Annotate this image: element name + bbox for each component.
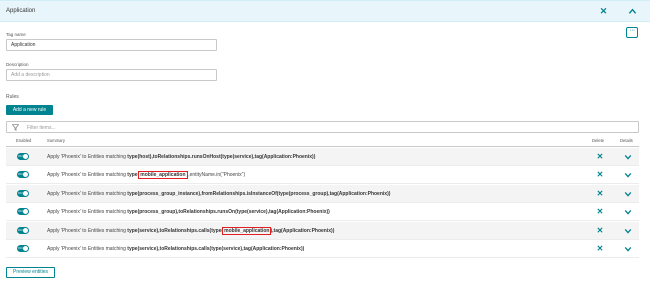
delete-x-icon[interactable]: ✕ [596, 226, 604, 236]
toggle-knob [23, 191, 28, 196]
description-input[interactable] [6, 69, 217, 81]
delete-x-icon[interactable]: ✕ [596, 170, 604, 180]
enabled-toggle[interactable]: ON [17, 171, 29, 178]
toggle-knob [23, 209, 28, 214]
filter-icon [11, 124, 20, 131]
chevron-down-icon[interactable] [624, 227, 632, 235]
rule-condition-text: ),entityName.in("Phoenix") [186, 172, 246, 178]
filter-box[interactable] [6, 121, 639, 133]
rule-summary: Apply 'Phoenix' to Entities matching typ… [47, 227, 335, 235]
chevron-down-icon[interactable] [624, 190, 632, 198]
rule-summary: Apply 'Phoenix' to Entities matching typ… [47, 171, 246, 179]
tag-name-label: Tag name [6, 32, 26, 37]
description-label: Description [6, 62, 29, 67]
highlighted-entity-type: mobile_application [138, 171, 188, 179]
toggle-label: ON [18, 191, 23, 195]
rule-condition-text: ),tag(Application:Phoenix)) [270, 228, 335, 234]
enabled-toggle[interactable]: ON [17, 153, 29, 160]
filter-input[interactable] [27, 123, 627, 132]
toggle-label: ON [18, 246, 23, 250]
table-row: ON Apply 'Phoenix' to Entities matching t… [6, 166, 639, 184]
table-row: ON Apply 'Phoenix' to Entities matching t… [6, 203, 639, 221]
toggle-label: ON [18, 154, 23, 158]
chevron-up-icon[interactable] [628, 7, 637, 16]
table-row: ON Apply 'Phoenix' to Entities matching t… [6, 148, 639, 166]
add-rule-button[interactable]: Add a new rule [6, 105, 53, 115]
rule-summary: Apply 'Phoenix' to Entities matching typ… [47, 246, 304, 252]
rule-summary: Apply 'Phoenix' to Entities matching typ… [47, 191, 390, 197]
details-column-header: Details [620, 138, 633, 143]
rule-summary-prefix: Apply 'Phoenix' to Entities matching [47, 191, 128, 197]
enabled-column-header: Enabled [16, 138, 32, 143]
rule-summary-prefix: Apply 'Phoenix' to Entities matching [47, 172, 128, 178]
summary-column-header: Summary [47, 138, 65, 143]
table-divider [6, 146, 639, 147]
rule-summary: Apply 'Phoenix' to Entities matching typ… [47, 209, 330, 215]
toggle-knob [23, 154, 28, 159]
preview-entities-button[interactable]: Preview entities [6, 267, 55, 278]
rule-summary-prefix: Apply 'Phoenix' to Entities matching [47, 154, 128, 160]
tag-name-input[interactable] [6, 39, 217, 51]
close-icon[interactable]: ✕ [599, 6, 608, 17]
toggle-knob [23, 172, 28, 177]
toggle-label: ON [18, 172, 23, 176]
enabled-toggle[interactable]: ON [17, 208, 29, 215]
chevron-down-icon[interactable] [624, 245, 632, 253]
toggle-knob [23, 246, 28, 251]
rule-summary-prefix: Apply 'Phoenix' to Entities matching [47, 228, 128, 234]
enabled-toggle[interactable]: ON [17, 190, 29, 197]
rule-summary: Apply 'Phoenix' to Entities matching typ… [47, 154, 315, 160]
delete-x-icon[interactable]: ✕ [596, 244, 604, 254]
delete-x-icon[interactable]: ✕ [596, 152, 604, 162]
rule-condition-text: type( [127, 172, 140, 178]
rule-condition-text: type(service),toRelationships.calls(type… [127, 246, 305, 252]
table-row: ON Apply 'Phoenix' to Entities matching t… [6, 240, 639, 258]
chevron-down-icon[interactable] [624, 153, 632, 161]
rule-condition-text: type(process_group),toRelationships.runs… [127, 209, 330, 215]
rule-summary-prefix: Apply 'Phoenix' to Entities matching [47, 246, 128, 252]
toggle-knob [23, 228, 28, 233]
more-options-icon[interactable]: ··· [626, 27, 638, 38]
table-row: ON Apply 'Phoenix' to Entities matching t… [6, 222, 639, 240]
toggle-label: ON [18, 209, 23, 213]
table-row: ON Apply 'Phoenix' to Entities matching t… [6, 185, 639, 203]
rule-summary-prefix: Apply 'Phoenix' to Entities matching [47, 209, 128, 215]
highlighted-entity-type: mobile_application [222, 227, 272, 235]
rule-condition-text: type(host),toRelationships.runsOnHost(ty… [127, 154, 316, 160]
enabled-toggle[interactable]: ON [17, 227, 29, 234]
enabled-toggle[interactable]: ON [17, 245, 29, 252]
chevron-down-icon[interactable] [624, 171, 632, 179]
rule-condition-text: type(service),toRelationships.calls(type… [127, 228, 224, 234]
panel-header[interactable]: Application ✕ [0, 0, 650, 22]
delete-x-icon[interactable]: ✕ [596, 189, 604, 199]
delete-x-icon[interactable]: ✕ [596, 207, 604, 217]
delete-column-header: Delete [592, 138, 605, 143]
chevron-down-icon[interactable] [624, 208, 632, 216]
rule-condition-text: type(process_group_instance),fromRelatio… [127, 191, 391, 197]
rules-label: Rules [6, 94, 19, 100]
toggle-label: ON [18, 228, 23, 232]
panel-title: Application [6, 8, 36, 14]
